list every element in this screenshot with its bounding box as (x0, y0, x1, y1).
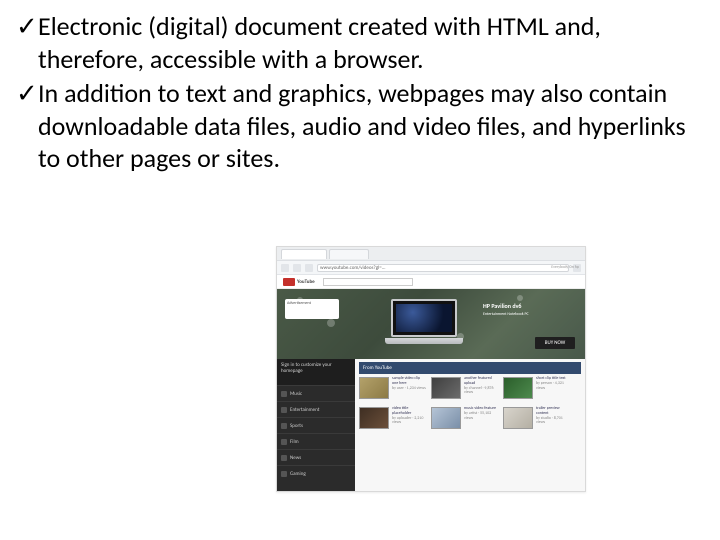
bullet-item: ✓ Electronic (digital) document created … (10, 10, 700, 75)
video-card: music video featureby artist · 55,102 vi… (431, 407, 499, 429)
category-icon (281, 407, 287, 413)
video-grid: sample video clip one hereby user · 1,23… (359, 377, 581, 429)
category-icon (281, 423, 287, 429)
category-icon (281, 471, 287, 477)
youtube-play-icon (283, 278, 295, 286)
hero-banner: Advertisement HP Pavilion dv6 Entertainm… (277, 289, 585, 359)
search-input (323, 278, 413, 286)
video-thumbnail (359, 407, 389, 429)
bullet-text: Electronic (digital) document created wi… (38, 10, 700, 75)
laptop-screen (391, 299, 457, 337)
bullet-text: In addition to text and graphics, webpag… (38, 77, 700, 175)
video-meta: another featured uploadby channel · 9,87… (464, 377, 499, 399)
sidebar-item: Music (277, 385, 355, 401)
browser-tab (281, 249, 327, 259)
video-card: another featured uploadby channel · 9,87… (431, 377, 499, 399)
sidebar-item: Sports (277, 417, 355, 433)
sidebar-item: Film (277, 433, 355, 449)
video-subtitle: by user · 1,234 views (392, 387, 427, 392)
snowflake-icon (517, 295, 523, 301)
category-icon (281, 455, 287, 461)
page-content: Everybody On hp YouTube Advertisement HP… (277, 275, 585, 491)
youtube-logo-text: YouTube (297, 279, 315, 285)
video-subtitle: by channel · 9,876 views (464, 387, 499, 397)
sidebar-item: Gaming (277, 465, 355, 481)
rail-header: From YouTube (359, 362, 581, 374)
video-card: sample video clip one hereby user · 1,23… (359, 377, 427, 399)
video-meta: video title placeholderby uploader · 2,2… (392, 407, 427, 429)
sidebar-item-label: Film (290, 439, 299, 445)
back-icon (281, 264, 289, 272)
checkmark-icon: ✓ (10, 77, 38, 175)
video-meta: sample video clip one hereby user · 1,23… (392, 377, 427, 399)
sidebar-item: Entertainment (277, 401, 355, 417)
forward-icon (293, 264, 301, 272)
laptop-image (385, 299, 463, 349)
video-card: video title placeholderby uploader · 2,2… (359, 407, 427, 429)
video-thumbnail (359, 377, 389, 399)
video-meta: music video featureby artist · 55,102 vi… (464, 407, 499, 429)
checkmark-icon: ✓ (10, 10, 38, 75)
sidebar-item-label: Music (290, 391, 302, 397)
video-thumbnail (431, 377, 461, 399)
sidebar: Sign in to customize your homepage Music… (277, 359, 355, 491)
reload-icon (305, 264, 313, 272)
video-subtitle: by uploader · 2,210 views (392, 417, 427, 427)
sidebar-item-label: Sports (290, 423, 303, 429)
browser-toolbar: www.youtube.com/videos?gl=... (277, 261, 585, 275)
video-subtitle: by artist · 55,102 views (464, 412, 499, 422)
site-header: YouTube (277, 275, 585, 289)
video-card: trailer preview contentby studio · 8,701… (503, 407, 571, 429)
browser-tab (329, 249, 369, 259)
hero-subtitle: Entertainment Notebook PC (483, 312, 575, 317)
hero-text: HP Pavilion dv6 Entertainment Notebook P… (483, 303, 575, 317)
address-bar: www.youtube.com/videos?gl=... (317, 264, 569, 272)
sidebar-item: News (277, 449, 355, 465)
video-subtitle: by studio · 8,701 views (536, 417, 571, 427)
browser-tab-strip (277, 247, 585, 261)
content-area: Sign in to customize your homepage Music… (277, 359, 585, 491)
video-thumbnail (503, 377, 533, 399)
youtube-logo: YouTube (283, 278, 317, 286)
ad-brand-text: Everybody On hp (551, 265, 579, 270)
sidebar-header: Sign in to customize your homepage (277, 359, 355, 385)
snowflake-icon (327, 319, 335, 327)
bullet-item: ✓ In addition to text and graphics, webp… (10, 77, 700, 175)
video-thumbnail (503, 407, 533, 429)
sidebar-item-label: Entertainment (290, 407, 319, 413)
video-subtitle: by person · 4,321 views (536, 382, 571, 392)
video-meta: short clip title textby person · 4,321 v… (536, 377, 571, 399)
laptop-base (385, 338, 463, 344)
hero-title: HP Pavilion dv6 (483, 303, 575, 310)
main-column: From YouTube sample video clip one hereb… (355, 359, 585, 491)
category-icon (281, 391, 287, 397)
sidebar-item-label: News (290, 455, 301, 461)
video-card: short clip title textby person · 4,321 v… (503, 377, 571, 399)
cta-button: BUY NOW (535, 337, 575, 349)
video-thumbnail (431, 407, 461, 429)
embedded-screenshot: www.youtube.com/videos?gl=... Everybody … (276, 246, 586, 492)
sidebar-item-label: Gaming (290, 471, 306, 477)
category-icon (281, 439, 287, 445)
video-meta: trailer preview contentby studio · 8,701… (536, 407, 571, 429)
ad-badge: Advertisement (285, 299, 339, 319)
bullet-list: ✓ Electronic (digital) document created … (10, 10, 700, 175)
